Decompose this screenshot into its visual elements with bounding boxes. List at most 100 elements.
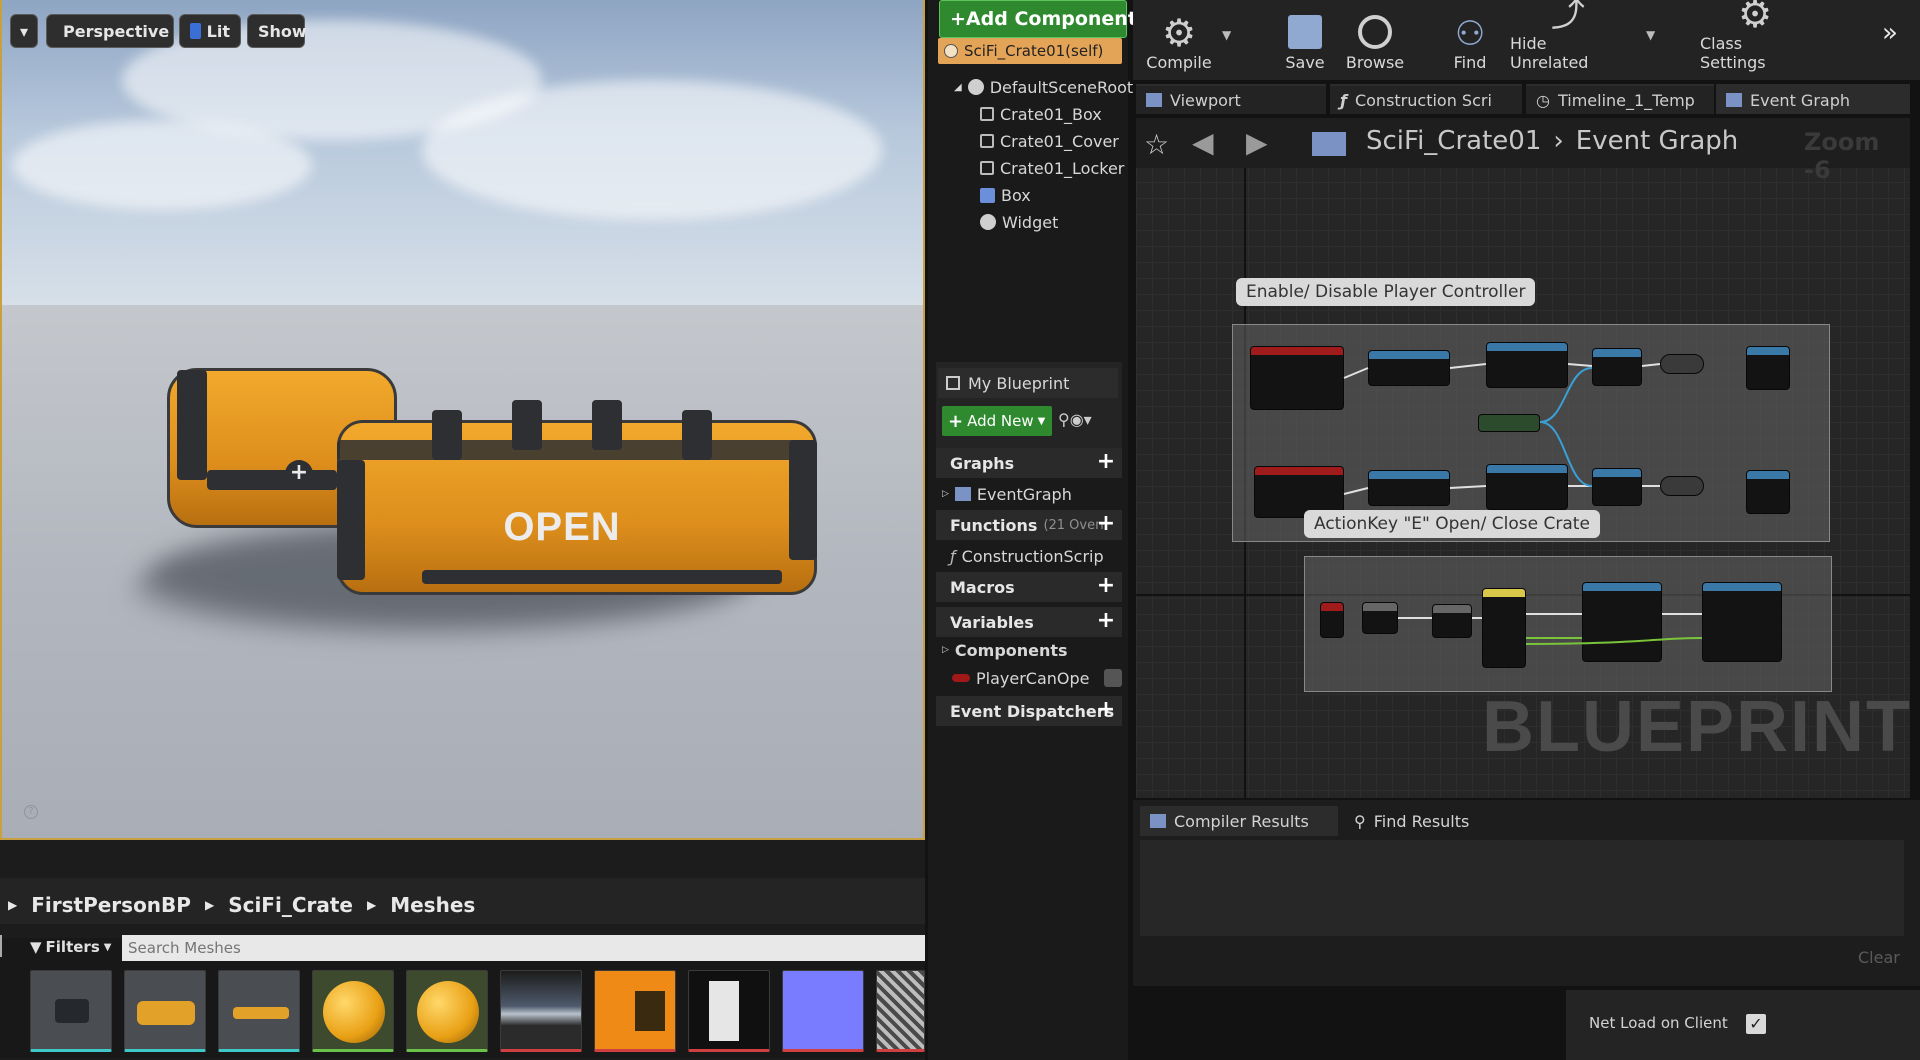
expand-arrow-icon: ◢	[954, 81, 962, 93]
cloud	[422, 80, 882, 220]
visibility-eye-icon[interactable]	[1103, 669, 1122, 687]
component-self-item[interactable]: SciFi_Crate01(self)	[938, 38, 1122, 64]
hide-unrelated-label: Hide Unrelated	[1510, 34, 1589, 72]
tree-item-crate01-cover[interactable]: Crate01_Cover	[980, 129, 1119, 153]
widget-icon	[980, 214, 996, 230]
chevron-down-icon[interactable]: ▼	[1646, 28, 1655, 42]
add-function-icon[interactable]: +	[1096, 513, 1116, 535]
add-component-button[interactable]: +Add Component▼	[939, 0, 1149, 38]
tab-viewport-label: Viewport	[1170, 90, 1241, 110]
breadcrumb-item-scifi-crate[interactable]: SciFi_Crate	[228, 893, 353, 917]
chevron-down-icon: ▼	[103, 941, 112, 953]
mesh-icon	[980, 161, 994, 175]
crate-open-label: OPEN	[503, 505, 621, 549]
find-button[interactable]: ⚇ Find	[1435, 0, 1505, 80]
asset-thumbnail-material-1[interactable]	[312, 970, 394, 1052]
toolbar-overflow-icon[interactable]: »	[1882, 18, 1898, 48]
asset-thumbnail-tripod[interactable]	[30, 970, 112, 1052]
asset-thumbnail-texture-normal[interactable]	[782, 970, 864, 1052]
add-macro-icon[interactable]: +	[1096, 575, 1116, 597]
search-meshes-input[interactable]	[122, 935, 925, 961]
asset-thumbnail-texture-orange[interactable]	[594, 970, 676, 1052]
level-viewport[interactable]: + OPEN ▾ Perspective Lit Show ?	[0, 0, 925, 840]
variable-playercanopen[interactable]: PlayerCanOpe	[952, 666, 1122, 690]
mesh-icon	[980, 134, 994, 148]
save-button[interactable]: Save	[1270, 0, 1340, 80]
perspective-label: Perspective	[63, 21, 170, 41]
viewport-options-dropdown[interactable]: ▾	[10, 14, 38, 48]
item-constructionscript[interactable]: ƒ ConstructionScrip	[950, 544, 1104, 568]
show-label: Show	[258, 21, 307, 41]
class-settings-button[interactable]: ⚙ Class Settings	[1700, 0, 1810, 80]
tab-find-results-label: Find Results	[1373, 811, 1470, 831]
tab-timeline[interactable]: ◷ Timeline_1_Temp	[1526, 84, 1714, 114]
tree-item-box[interactable]: Box	[980, 183, 1031, 207]
compiler-results-icon	[1150, 814, 1166, 828]
tree-item-widget[interactable]: Widget	[980, 210, 1058, 234]
breadcrumb-item-firstpersonbp[interactable]: FirstPersonBP	[31, 893, 191, 917]
crate-corner	[337, 460, 365, 580]
tree-item-defaultsceneroot[interactable]: ◢ DefaultSceneRoot	[954, 75, 1133, 99]
tree-item-crate01-box[interactable]: Crate01_Box	[980, 102, 1102, 126]
item-components-category[interactable]: ▷ Components	[942, 638, 1068, 662]
add-new-button[interactable]: + Add New ▼	[942, 406, 1052, 436]
add-graph-icon[interactable]: +	[1096, 451, 1116, 473]
section-functions[interactable]: Functions (21 Overr +	[936, 510, 1122, 540]
add-variable-icon[interactable]: +	[1096, 610, 1116, 632]
add-dispatcher-icon[interactable]: +	[1096, 699, 1116, 721]
crate-latch	[682, 410, 712, 460]
asset-thumbnail-texture-sky[interactable]	[500, 970, 582, 1052]
chevron-down-icon: ▼	[1037, 415, 1046, 427]
tab-compiler-results[interactable]: Compiler Results	[1140, 806, 1338, 836]
search-visibility-icon[interactable]: ⚲◉▾	[1058, 410, 1118, 434]
class-settings-gear-icon: ⚙	[1737, 0, 1773, 36]
tab-find-results[interactable]: ⚲ Find Results	[1344, 806, 1540, 836]
section-graphs[interactable]: Graphs +	[936, 448, 1122, 478]
tab-viewport[interactable]: Viewport	[1136, 84, 1326, 114]
asset-thumbnail-texture-mask[interactable]	[688, 970, 770, 1052]
asset-thumbnail-texture-noise[interactable]	[876, 970, 925, 1052]
tab-construction-script[interactable]: ƒ Construction Scri	[1330, 84, 1522, 114]
gear-check-icon: ⚙	[1161, 11, 1197, 55]
net-load-on-client-checkbox[interactable]: ✓	[1746, 1014, 1766, 1034]
asset-thumbnail-material-2[interactable]	[406, 970, 488, 1052]
tab-event-graph[interactable]: Event Graph	[1716, 84, 1910, 114]
axis-gizmo-icon: ?	[24, 805, 38, 819]
tab-my-blueprint[interactable]: My Blueprint	[938, 368, 1118, 398]
item-constructionscript-label: ConstructionScrip	[961, 546, 1104, 566]
tab-compiler-results-label: Compiler Results	[1174, 811, 1309, 831]
event-graph-canvas[interactable]: ☆ ◀ ▶ SciFi_Crate01 › Event Graph Zoom -…	[1136, 118, 1910, 798]
show-button[interactable]: Show	[247, 14, 307, 48]
filters-button[interactable]: ▼ Filters ▼	[30, 935, 111, 959]
asset-thumbnail-lid[interactable]	[218, 970, 300, 1052]
breadcrumb-item-meshes[interactable]: Meshes	[390, 893, 475, 917]
crate-base-slot	[422, 570, 782, 584]
tree-item-label: Crate01_Cover	[1000, 131, 1119, 151]
sources-toggle-icon[interactable]	[0, 935, 8, 957]
section-macros[interactable]: Macros +	[936, 572, 1122, 602]
item-eventgraph-label: EventGraph	[976, 484, 1072, 504]
crate-handle	[177, 370, 207, 480]
browse-label: Browse	[1345, 53, 1405, 72]
section-variables[interactable]: Variables +	[936, 607, 1122, 637]
section-event-dispatchers[interactable]: Event Dispatchers +	[936, 696, 1122, 726]
chevron-down-icon[interactable]: ▼	[1222, 28, 1231, 42]
bool-variable-icon	[952, 674, 970, 682]
node-graph-icon: ⤴	[1551, 0, 1585, 35]
expand-arrow-icon: ▷	[942, 645, 949, 655]
hide-unrelated-button[interactable]: ⤴ Hide Unrelated	[1510, 0, 1626, 80]
browse-button[interactable]: Browse	[1340, 0, 1410, 80]
lit-button[interactable]: Lit	[179, 14, 241, 48]
compile-button[interactable]: ⚙ Compile	[1138, 0, 1220, 80]
asset-thumbnail-crate[interactable]	[124, 970, 206, 1052]
tree-item-crate01-locker[interactable]: Crate01_Locker	[980, 156, 1124, 180]
crate-latch	[432, 410, 462, 460]
crate-latch	[512, 400, 542, 450]
item-eventgraph[interactable]: ▷ EventGraph	[942, 482, 1072, 506]
mesh-icon	[980, 107, 994, 121]
perspective-button[interactable]: Perspective	[46, 14, 174, 48]
tab-my-blueprint-label: My Blueprint	[968, 373, 1070, 393]
add-component-label: +Add Component	[950, 8, 1137, 30]
breadcrumb: ▶ FirstPersonBP ▶ SciFi_Crate ▶ Meshes	[8, 890, 475, 920]
clear-button[interactable]: Clear	[1858, 948, 1900, 967]
